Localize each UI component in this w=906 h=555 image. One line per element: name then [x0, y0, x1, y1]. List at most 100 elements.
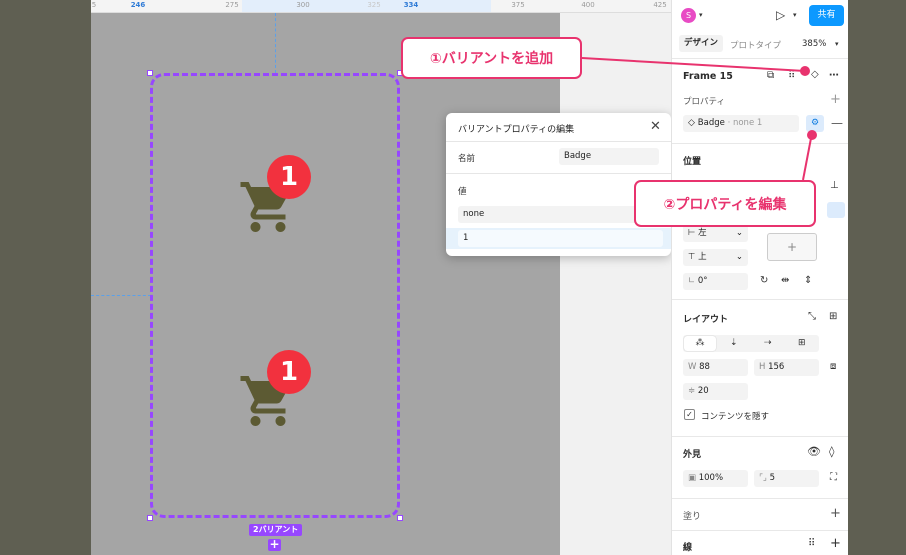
- divider: [672, 498, 849, 499]
- frame-name[interactable]: Frame 15: [683, 71, 733, 82]
- divider: [672, 143, 849, 144]
- rotation-value: 0°: [697, 276, 708, 286]
- eye-icon[interactable]: 👁: [807, 446, 821, 457]
- opacity-value: 100%: [698, 473, 724, 483]
- grid-icon[interactable]: ⠿: [808, 539, 815, 549]
- layout-grid-icon[interactable]: ⊞: [798, 339, 806, 348]
- tab-design[interactable]: デザイン: [679, 35, 724, 52]
- more-icon[interactable]: ⋯: [829, 71, 839, 81]
- zoom-level[interactable]: 385%: [802, 39, 826, 49]
- property-value: · none 1: [727, 118, 763, 128]
- values-label: 値: [458, 187, 467, 197]
- share-button[interactable]: 共有: [809, 5, 844, 26]
- variant-count-label[interactable]: 2バリアント: [249, 524, 303, 536]
- clip-content-checkbox[interactable]: ✓: [684, 409, 695, 420]
- name-label: 名前: [458, 154, 476, 164]
- resize-handle[interactable]: [147, 515, 153, 521]
- width-value: 88: [699, 362, 710, 372]
- ruler-tick: 425: [653, 1, 667, 9]
- edit-property-callout: ②プロパティを編集: [634, 180, 816, 227]
- ruler-tick: 334: [403, 1, 419, 9]
- value-field[interactable]: 1: [458, 230, 663, 247]
- ruler-tick: 375: [511, 1, 525, 9]
- property-row[interactable]: ◇ Badge · none 1: [683, 115, 799, 132]
- fill-label: 塗り: [683, 512, 702, 522]
- callout-dot: [807, 130, 817, 140]
- collapse-icon[interactable]: ⤡: [808, 312, 816, 322]
- resize-handle[interactable]: [147, 70, 153, 76]
- diamond-icon[interactable]: ◇: [811, 70, 819, 80]
- divider: [672, 58, 849, 59]
- align-bottom-icon[interactable]: ⊥: [830, 181, 839, 191]
- top-ruler: 5 246 275 300 325 334 375 400 425: [91, 0, 671, 13]
- layout-horizontal-icon[interactable]: ⇢: [764, 339, 772, 348]
- corner-radius-field[interactable]: ⌜⌟ 5: [754, 470, 819, 487]
- constraint-toggle[interactable]: [827, 202, 845, 218]
- rotation-field[interactable]: ∟ 0°: [683, 273, 748, 290]
- divider: [446, 141, 671, 142]
- layout-free-icon[interactable]: ⁂: [684, 336, 716, 351]
- flip-horizontal-icon[interactable]: ⇹: [781, 276, 789, 286]
- value-field[interactable]: none: [458, 206, 663, 223]
- chevron-down-icon[interactable]: ▾: [793, 12, 797, 19]
- chevron-down-icon: ⌄: [735, 252, 743, 262]
- constraint-widget[interactable]: +: [767, 233, 817, 261]
- rotate-icon[interactable]: ↻: [760, 276, 768, 286]
- close-icon[interactable]: ✕: [650, 119, 661, 134]
- add-property-icon[interactable]: +: [830, 93, 841, 106]
- horizontal-constraint-select[interactable]: ⊢ 左 ⌄: [683, 225, 748, 242]
- independent-corners-icon[interactable]: ⛶: [830, 473, 837, 483]
- chevron-down-icon[interactable]: ▾: [699, 12, 703, 19]
- play-icon[interactable]: ▷: [776, 9, 785, 21]
- divider: [672, 436, 849, 437]
- grid-icon[interactable]: ⠿: [788, 71, 795, 81]
- avatar[interactable]: S: [681, 8, 696, 23]
- horizontal-guide: [91, 295, 151, 296]
- resize-icon[interactable]: ⧈: [830, 362, 836, 372]
- blend-mode-icon[interactable]: ◊: [829, 446, 834, 457]
- canvas-margin[interactable]: [560, 13, 671, 555]
- notification-badge: 1: [267, 155, 311, 199]
- diamond-icon: ◇: [688, 118, 698, 128]
- height-field[interactable]: H 156: [754, 359, 819, 376]
- properties-panel: S ▾ ▷ ▾ 共有 デザイン プロトタイプ 385% ▾ Frame 15 ⧉…: [671, 0, 849, 555]
- remove-property-icon[interactable]: —: [831, 117, 843, 129]
- properties-label: プロパティ: [683, 97, 725, 107]
- width-field[interactable]: W 88: [683, 359, 748, 376]
- chevron-down-icon[interactable]: ▾: [835, 41, 839, 48]
- align-top-icon: ⊤: [688, 252, 699, 262]
- tab-prototype[interactable]: プロトタイプ: [730, 39, 781, 51]
- divider: [672, 530, 849, 531]
- angle-icon: ∟: [688, 276, 698, 286]
- component-icon[interactable]: ⧉: [767, 71, 774, 81]
- corner-radius-icon: ⌜⌟: [759, 473, 770, 483]
- opacity-field[interactable]: ▣ 100%: [683, 470, 748, 487]
- dialog-title: バリアントプロパティの編集: [458, 125, 575, 135]
- resize-handle[interactable]: [397, 515, 403, 521]
- vertical-constraint-select[interactable]: ⊤ 上 ⌄: [683, 249, 748, 266]
- add-variant-button[interactable]: +: [268, 538, 281, 551]
- divider: [446, 173, 671, 174]
- add-fill-icon[interactable]: +: [830, 507, 841, 520]
- layout-label: レイアウト: [683, 315, 729, 325]
- stroke-label: 線: [683, 543, 693, 553]
- right-strip: [848, 0, 906, 555]
- appearance-label: 外見: [683, 450, 702, 460]
- gap-field[interactable]: ≑ 20: [683, 383, 748, 400]
- layout-vertical-icon[interactable]: ⇣: [730, 339, 738, 348]
- notification-badge: 1: [267, 350, 311, 394]
- name-field[interactable]: Badge: [559, 148, 659, 165]
- gap-icon: ≑: [688, 386, 698, 396]
- ruler-tick: 275: [225, 1, 239, 9]
- height-value: 156: [768, 362, 785, 372]
- opacity-icon: ▣: [688, 473, 699, 483]
- width-label: W: [688, 362, 697, 372]
- auto-layout-icon[interactable]: ⊞: [829, 312, 837, 322]
- left-strip: [0, 0, 91, 555]
- corner-radius-value: 5: [769, 473, 776, 483]
- add-stroke-icon[interactable]: +: [830, 537, 841, 550]
- flip-vertical-icon[interactable]: ⇕: [804, 276, 812, 286]
- edit-property-icon[interactable]: ⚙: [806, 115, 824, 132]
- ruler-tick: 246: [130, 1, 146, 9]
- component-set-frame[interactable]: [150, 73, 400, 518]
